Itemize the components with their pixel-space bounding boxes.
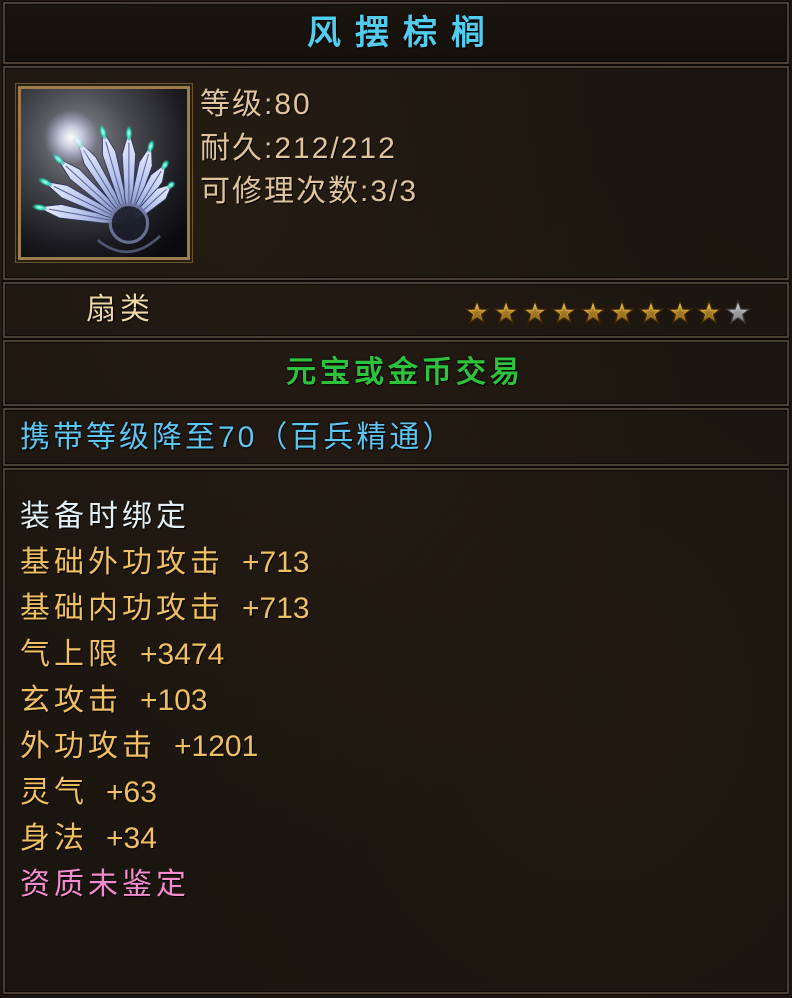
attribute-row: 玄攻击 +103 bbox=[20, 678, 310, 724]
star-filled-icon bbox=[609, 300, 635, 326]
attribute-row: 灵气 +63 bbox=[20, 770, 310, 816]
star-filled-icon bbox=[464, 300, 490, 326]
attribute-value: +34 bbox=[106, 822, 157, 855]
attribute-list: 装备时绑定 基础外功攻击 +713 基础内功攻击 +713 气上限 +3474 玄攻击… bbox=[20, 494, 310, 908]
star-filled-icon bbox=[696, 300, 722, 326]
star-empty-icon bbox=[725, 300, 751, 326]
star-filled-icon bbox=[551, 300, 577, 326]
star-filled-icon bbox=[667, 300, 693, 326]
attribute-name: 基础内功攻击 bbox=[20, 592, 224, 625]
attribute-row: 基础内功攻击 +713 bbox=[20, 586, 310, 632]
attribute-name: 基础外功攻击 bbox=[20, 546, 224, 579]
item-stats: 等级:80 耐久:212/212 可修理次数:3/3 bbox=[200, 83, 418, 214]
attribute-value: +713 bbox=[242, 592, 310, 625]
attribute-row: 身法 +34 bbox=[20, 816, 310, 862]
attribute-name: 气上限 bbox=[20, 638, 122, 671]
star-filled-icon bbox=[638, 300, 664, 326]
attribute-name: 身法 bbox=[20, 822, 88, 855]
item-repair-count: 可修理次数:3/3 bbox=[200, 175, 419, 208]
attribute-name: 灵气 bbox=[20, 776, 88, 809]
item-durability: 耐久:212/212 bbox=[200, 131, 397, 165]
star-filled-icon bbox=[522, 300, 548, 326]
attribute-value: +63 bbox=[106, 776, 157, 809]
star-filled-icon bbox=[493, 300, 519, 326]
attribute-value: +103 bbox=[140, 684, 208, 717]
star-rating bbox=[464, 300, 754, 326]
item-name: 风摆棕榈 bbox=[307, 14, 499, 52]
aptitude-status: 资质未鉴定 bbox=[20, 868, 190, 901]
attribute-value: +1201 bbox=[174, 730, 259, 763]
attribute-name: 玄攻击 bbox=[20, 684, 122, 717]
item-level: 等级:80 bbox=[200, 88, 312, 121]
attribute-value: +713 bbox=[242, 546, 310, 579]
attribute-row: 基础外功攻击 +713 bbox=[20, 540, 310, 586]
attribute-row: 气上限 +3474 bbox=[20, 632, 310, 678]
attribute-value: +3474 bbox=[140, 638, 225, 671]
item-type: 扇类 bbox=[86, 293, 154, 326]
item-tooltip: 风摆棕榈 等级:80 耐久:212/212 可修理次数:3/3 扇类 元宝或金币… bbox=[0, 0, 792, 998]
fan-weapon-icon bbox=[18, 86, 190, 260]
trade-restriction: 元宝或金币交易 bbox=[286, 356, 524, 389]
bind-status: 装备时绑定 bbox=[20, 500, 190, 533]
attribute-name: 外功攻击 bbox=[20, 730, 156, 763]
attribute-row: 外功攻击 +1201 bbox=[20, 724, 310, 770]
star-filled-icon bbox=[580, 300, 606, 326]
level-requirement: 携带等级降至70（百兵精通） bbox=[20, 421, 456, 454]
